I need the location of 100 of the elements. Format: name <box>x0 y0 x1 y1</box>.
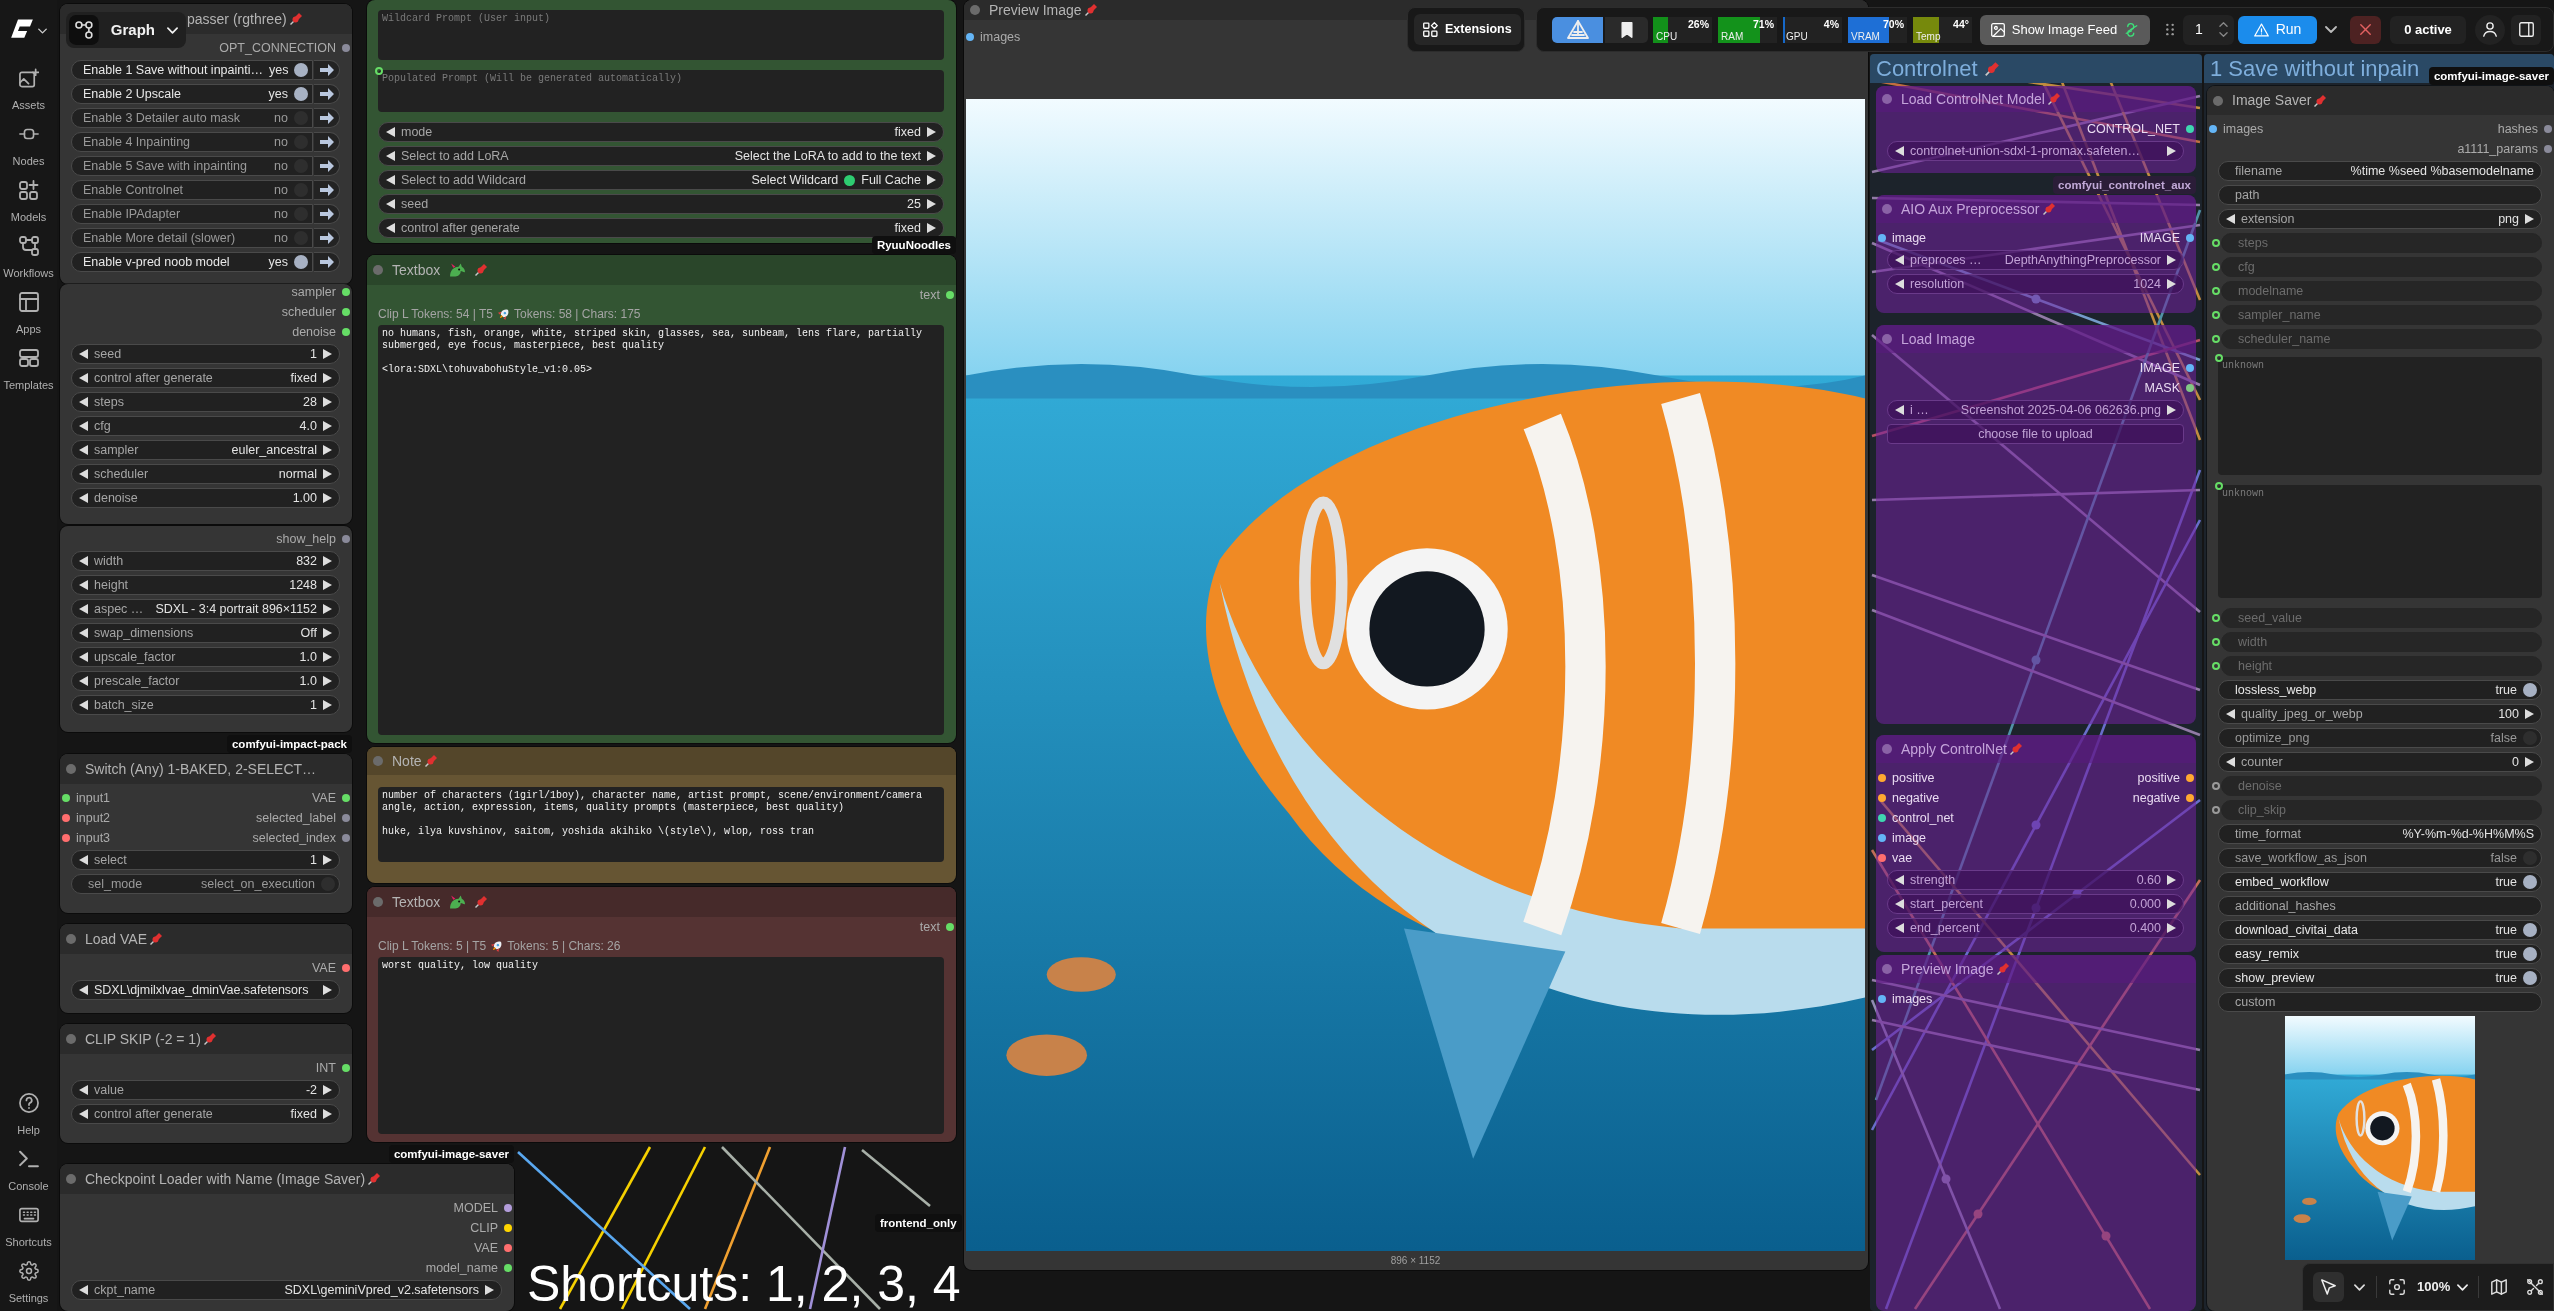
toggle-widget[interactable]: sel_mode select_on_execution <box>71 874 340 894</box>
batch-count-field[interactable]: 1 <box>2183 14 2234 45</box>
right-arrow-icon[interactable] <box>323 556 332 566</box>
graph-menu-button[interactable]: Graph <box>66 12 186 48</box>
collapse-dot-icon[interactable] <box>1882 964 1892 974</box>
wire-dot-icon[interactable] <box>1973 1209 1983 1219</box>
right-arrow-icon[interactable] <box>323 349 332 359</box>
wire-dot-icon[interactable] <box>1941 1174 1951 1184</box>
toggle-widget[interactable]: embed_workflow true <box>2218 872 2542 892</box>
left-arrow-icon[interactable] <box>1895 279 1904 289</box>
connector-dot-icon[interactable] <box>2209 125 2217 133</box>
toggle-widget[interactable]: Enable IPAdapter no <box>71 204 313 224</box>
collapse-dot-icon[interactable] <box>2213 95 2223 106</box>
right-arrow-icon[interactable] <box>323 985 332 995</box>
right-arrow-icon[interactable] <box>2167 899 2176 909</box>
stepper-widget[interactable]: control after generate fixed <box>378 218 944 238</box>
right-arrow-icon[interactable] <box>323 1109 332 1119</box>
right-arrow-icon[interactable] <box>927 151 936 161</box>
cancel-button[interactable] <box>2350 15 2381 44</box>
text-area[interactable]: Wildcard Prompt (User input) <box>378 10 944 60</box>
connector-dot-icon[interactable] <box>946 291 954 299</box>
left-arrow-icon[interactable] <box>1895 255 1904 265</box>
left-arrow-icon[interactable] <box>79 493 88 503</box>
connector-dot-icon[interactable] <box>342 1064 350 1072</box>
stepper-widget[interactable]: extension png <box>2218 209 2542 229</box>
connector-dot-icon[interactable] <box>946 923 954 931</box>
connector-ring-icon[interactable] <box>2212 239 2220 247</box>
stepper-widget[interactable]: resolution 1024 <box>1887 274 2184 294</box>
right-arrow-icon[interactable] <box>927 127 936 137</box>
text-area[interactable]: number of characters (1girl/1boy), character name, artist prompt, scene/environment/camera angle, action, expression, items, quality prompts (masterpiece, best quality) huke, ilya kuvshinov, saitom, yoshida akihiko \(style\), wlop, ross tran <box>378 787 944 862</box>
stepper-widget[interactable]: counter 0 <box>2218 752 2542 772</box>
connector-dot-icon[interactable] <box>504 1204 512 1212</box>
connector-ring-icon[interactable] <box>2212 662 2220 670</box>
left-arrow-icon[interactable] <box>79 676 88 686</box>
connector-ring-icon[interactable] <box>2212 782 2220 790</box>
map-icon[interactable] <box>2491 1279 2508 1295</box>
connector-dot-icon[interactable] <box>504 1244 512 1252</box>
right-arrow-icon[interactable] <box>2525 214 2534 224</box>
stepper-widget[interactable]: steps 28 <box>71 392 340 412</box>
connector-dot-icon[interactable] <box>2186 384 2194 392</box>
stepper-widget[interactable]: i … Screenshot 2025-04-06 062636.png <box>1887 400 2184 420</box>
connector-dot-icon[interactable] <box>2186 234 2194 242</box>
connector-dot-icon[interactable] <box>342 44 350 52</box>
collapse-dot-icon[interactable] <box>1882 744 1892 754</box>
left-arrow-icon[interactable] <box>79 700 88 710</box>
connector-ring-icon[interactable] <box>2212 287 2220 295</box>
right-arrow-icon[interactable] <box>2525 757 2534 767</box>
sidebar-item[interactable]: Console <box>0 1143 57 1199</box>
right-arrow-icon[interactable] <box>323 373 332 383</box>
left-arrow-icon[interactable] <box>386 199 395 209</box>
stepper-widget[interactable]: SDXL\djmilxlvae_dminVae.safetensors <box>71 980 340 1000</box>
sidebar-item[interactable]: Shortcuts <box>0 1199 57 1255</box>
stepper-widget[interactable]: scheduler normal <box>71 464 340 484</box>
right-arrow-icon[interactable] <box>927 175 936 185</box>
logo-toggle-button[interactable] <box>1552 16 1603 43</box>
connector-ring-icon[interactable] <box>2212 263 2220 271</box>
toggle-widget[interactable]: Enable 4 Inpainting no <box>71 132 313 152</box>
toggle-widget[interactable]: save_workflow_as_json false <box>2218 848 2542 868</box>
collapse-dot-icon[interactable] <box>1882 204 1892 214</box>
connector-dot-icon[interactable] <box>1878 854 1886 862</box>
left-arrow-icon[interactable] <box>386 127 395 137</box>
sidebar-item[interactable]: Templates <box>0 342 57 398</box>
right-arrow-icon[interactable] <box>927 223 936 233</box>
connector-dot-icon[interactable] <box>1878 814 1886 822</box>
stepper-widget[interactable]: sampler euler_ancestral <box>71 440 340 460</box>
go-to-group-button[interactable] <box>313 84 340 104</box>
right-arrow-icon[interactable] <box>323 493 332 503</box>
collapse-dot-icon[interactable] <box>970 5 980 15</box>
text-area[interactable]: unknown <box>2218 485 2542 598</box>
right-arrow-icon[interactable] <box>323 700 332 710</box>
connector-dot-icon[interactable] <box>504 1224 512 1232</box>
toggle-widget[interactable]: download_civitai_data true <box>2218 920 2542 940</box>
connector-ring-icon[interactable] <box>2215 354 2223 362</box>
left-arrow-icon[interactable] <box>2226 709 2235 719</box>
left-arrow-icon[interactable] <box>386 223 395 233</box>
connector-dot-icon[interactable] <box>2544 145 2552 153</box>
right-arrow-icon[interactable] <box>323 445 332 455</box>
left-arrow-icon[interactable] <box>79 469 88 479</box>
text-area[interactable]: unknown <box>2218 357 2542 475</box>
stepper-widget[interactable]: cfg 4.0 <box>71 416 340 436</box>
connector-ring-icon[interactable] <box>2212 806 2220 814</box>
drag-handle-icon[interactable] <box>2166 23 2174 36</box>
left-arrow-icon[interactable] <box>79 985 88 995</box>
right-arrow-icon[interactable] <box>323 604 332 614</box>
connector-ring-icon[interactable] <box>2212 638 2220 646</box>
stepper-widget[interactable]: height 1248 <box>71 575 340 595</box>
right-arrow-icon[interactable] <box>323 676 332 686</box>
sidebar-item[interactable]: Nodes <box>0 118 57 174</box>
connector-dot-icon[interactable] <box>342 794 350 802</box>
left-arrow-icon[interactable] <box>79 445 88 455</box>
right-arrow-icon[interactable] <box>2167 146 2176 156</box>
sidebar-item[interactable]: Models <box>0 174 57 230</box>
right-arrow-icon[interactable] <box>323 421 332 431</box>
right-arrow-icon[interactable] <box>2167 923 2176 933</box>
chevron-down-icon[interactable] <box>38 28 47 34</box>
right-arrow-icon[interactable] <box>485 1285 494 1295</box>
toggle-widget[interactable]: Enable v-pred noob model yes <box>71 252 313 272</box>
connector-dot-icon[interactable] <box>1878 794 1886 802</box>
connector-dot-icon[interactable] <box>342 814 350 822</box>
left-arrow-icon[interactable] <box>79 397 88 407</box>
